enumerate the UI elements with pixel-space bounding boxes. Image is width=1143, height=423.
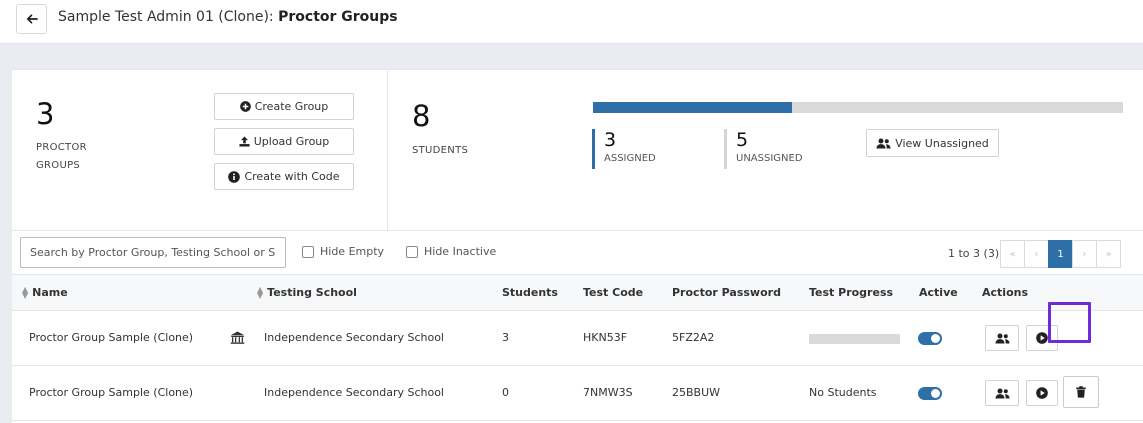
unassigned-label: UNASSIGNED [736,153,803,164]
page-next-button[interactable]: › [1072,240,1097,268]
hide-inactive-checkbox[interactable]: Hide Inactive [406,245,496,258]
row-test-code: 7NMW3S [583,386,633,399]
create-with-code-label: Create with Code [244,170,340,183]
start-test-button[interactable] [1026,380,1058,406]
school-icon [230,331,245,344]
view-unassigned-button[interactable]: View Unassigned [866,129,999,157]
page-title: Sample Test Admin 01 (Clone): Proctor Gr… [58,9,398,25]
row-password: 25BBUW [672,386,721,399]
row-school: Independence Secondary School [264,386,444,399]
sort-icon: ▲ ▼ [22,284,29,300]
page-header: Sample Test Admin 01 (Clone): Proctor Gr… [0,0,1143,44]
column-header-test-code: Test Code [583,286,644,299]
search-input[interactable] [20,237,286,268]
column-header-actions: Actions [982,286,1028,299]
page-title-bold: Proctor Groups [278,9,398,25]
play-circle-icon [1036,387,1048,399]
row-progress-bar [809,334,900,344]
students-label: STUDENTS [412,145,469,156]
pagination: « ‹ 1 › » [1000,240,1121,268]
upload-group-button[interactable]: Upload Group [214,128,354,155]
sort-icon: ▲ ▼ [257,284,264,300]
row-name: Proctor Group Sample (Clone) [29,331,194,344]
view-unassigned-label: View Unassigned [895,136,989,150]
proctor-groups-label: PROCTOR GROUPS [36,139,87,175]
column-school-label: Testing School [267,286,357,299]
row-password: 5FZ2A2 [672,331,715,344]
toolbar-divider [12,230,1143,231]
table-header: ▲ ▼ Name ▲ ▼ Testing School Students Test … [12,274,1143,311]
row-school: Independence Secondary School [264,331,444,344]
page-last-button[interactable]: » [1096,240,1121,268]
summary-divider [387,70,388,230]
proctor-groups-card: 3 PROCTOR GROUPS Create Group Upload Gro… [12,69,1143,423]
row-progress-text: No Students [809,386,877,399]
column-header-active: Active [919,286,958,299]
users-icon [876,138,891,148]
column-name-label: Name [32,286,68,299]
play-circle-icon [1036,332,1048,344]
table-row: Proctor Group Sample (Clone) Independenc… [12,366,1143,421]
unassigned-count: 5 [736,129,749,151]
column-header-name[interactable]: ▲ ▼ Name [22,284,68,300]
assigned-label: ASSIGNED [604,153,656,164]
manage-students-button[interactable] [985,380,1019,406]
row-students: 3 [502,331,509,344]
create-group-label: Create Group [254,100,329,113]
page-first-button[interactable]: « [1000,240,1025,268]
page-title-prefix: Sample Test Admin 01 (Clone): [58,9,279,25]
hide-empty-label: Hide Empty [320,245,385,258]
active-toggle[interactable] [918,332,942,345]
info-circle-icon [228,170,241,183]
proctor-groups-label-line1: PROCTOR [36,142,87,153]
hide-inactive-box[interactable] [406,245,418,258]
delete-group-button[interactable] [1063,376,1099,408]
delete-button-highlight [1048,302,1091,343]
create-group-button[interactable]: Create Group [214,93,354,120]
column-header-students: Students [502,286,558,299]
column-header-progress: Test Progress [809,286,894,299]
page-current-button[interactable]: 1 [1048,240,1073,268]
back-button[interactable] [16,4,47,34]
page-prev-button[interactable]: ‹ [1024,240,1049,268]
proctor-groups-count: 3 [36,97,55,131]
assignment-progress-fill [593,102,792,113]
users-icon [995,388,1009,398]
row-name: Proctor Group Sample (Clone) [29,386,194,399]
arrow-left-icon [26,14,38,24]
column-header-password: Proctor Password [672,286,781,299]
unassigned-stat: 5 UNASSIGNED [724,129,803,169]
assigned-count: 3 [604,129,617,151]
create-with-code-button[interactable]: Create with Code [214,163,354,190]
results-range: 1 to 3 (3) [948,247,1000,260]
hide-empty-box[interactable] [302,245,314,258]
row-students: 0 [502,386,509,399]
proctor-groups-label-line2: GROUPS [36,160,81,171]
trash-icon [1076,386,1086,398]
column-header-school[interactable]: ▲ ▼ Testing School [257,284,357,300]
plus-circle-icon [239,101,251,112]
row-test-code: HKN53F [583,331,628,344]
manage-students-button[interactable] [985,325,1019,351]
active-toggle[interactable] [918,387,942,400]
upload-icon [239,136,250,147]
assignment-progress-bar [593,102,1123,113]
users-icon [995,333,1009,343]
students-count: 8 [412,99,431,133]
hide-empty-checkbox[interactable]: Hide Empty [302,245,384,258]
upload-group-label: Upload Group [253,135,330,148]
table-row: Proctor Group Sample (Clone) Independenc… [12,311,1143,366]
assigned-stat: 3 ASSIGNED [592,129,656,169]
hide-inactive-label: Hide Inactive [424,245,497,258]
